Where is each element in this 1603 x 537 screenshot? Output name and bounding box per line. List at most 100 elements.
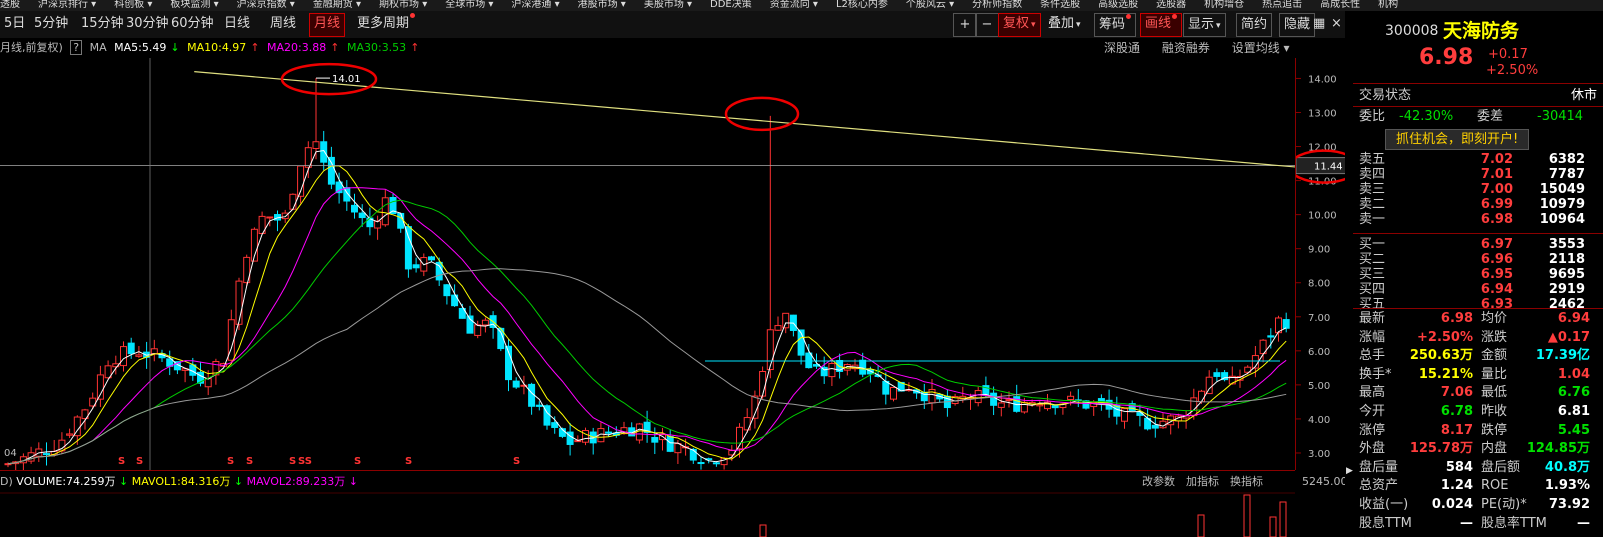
collapse-arrow-icon: ▶ [1346,466,1353,476]
link-switch-indicator[interactable]: 换指标 [1230,471,1263,493]
candle-body [997,402,1005,408]
level-label: 卖三 [1359,182,1386,197]
menu-item[interactable]: 热点追击 [1262,0,1302,10]
period-more[interactable]: 更多周期 [353,13,419,35]
candle-body [381,197,389,226]
stat-value: 15.21% [1418,366,1473,382]
chart-links: 深股通 融资融券 设置均线 ▾ [1104,38,1290,58]
stat-row: 今开 6.78 昨收 6.81 [1353,403,1603,421]
candle-body [551,422,559,428]
menu-item[interactable]: 个股风云 ▾ [906,0,954,10]
ma20-value: MA20:3.88 [267,41,327,54]
stat-row: 股息TTM — 股息率TTM — [1353,515,1603,533]
candle-body [512,380,520,388]
menu-item[interactable]: 板块监测 ▾ [170,0,218,10]
candle-body [135,354,143,357]
order-book-row: 买一 6.97 3553 [1353,237,1603,252]
menu-item[interactable]: 金融期货 ▾ [313,0,361,10]
fq-button[interactable]: 复权 ▾ [998,13,1041,37]
menu-item[interactable]: L2核心内参 [836,0,888,10]
order-book-row: 卖一 6.98 10964 [1353,212,1603,227]
s-marker: S [513,456,520,467]
menu-item[interactable]: 美股市场 ▾ [644,0,692,10]
trendline [194,71,1295,168]
level-volume: 15049 [1539,182,1585,197]
candle-body [412,264,420,269]
period-week[interactable]: 周线 [266,13,300,35]
stat-value: 0.024 [1431,497,1473,512]
menu-item[interactable]: 期权市场 ▾ [379,0,427,10]
wecha-value: -30414 [1537,109,1584,124]
menu-item[interactable]: DDE决策 [710,0,752,10]
candle-body [204,378,212,388]
menu-item[interactable]: 高成长性 [1320,0,1360,10]
zoom-in-button[interactable]: + [953,13,977,37]
display-label: 显示 [1188,17,1215,32]
ma30-value: MA30:3.53 [346,41,407,54]
menu-item[interactable]: 机构 [1378,0,1398,10]
menu-item[interactable]: 机构增仓 [1204,0,1244,10]
level-label: 卖四 [1359,167,1386,182]
period-day[interactable]: 日线 [220,13,254,35]
notify-dot-icon [410,13,416,18]
stat-value: 6.78 [1440,404,1473,419]
stat-value: 6.81 [1557,404,1590,419]
arrow-down-icon: ↓ [348,475,358,488]
menu-item[interactable]: 科创板 ▾ [114,0,152,10]
simple-button[interactable]: 简约 [1236,13,1273,37]
candle-body [281,212,289,220]
menu-item[interactable]: 条件选股 [1040,0,1080,10]
draw-line-button[interactable]: 画线 [1140,13,1183,37]
candle-body [1067,395,1075,401]
menu-item[interactable]: 透股 [0,0,20,10]
candle-body [1282,319,1290,329]
menu-item[interactable]: 沪深港通 ▾ [511,0,559,10]
menu-item[interactable]: 沪深京排行 ▾ [38,0,96,10]
period-5day[interactable]: 5日 [0,13,29,35]
close-icon[interactable]: × [1327,13,1346,35]
overlay-button[interactable]: 叠加 ▾ [1044,13,1085,35]
period-month[interactable]: 月线 [309,13,346,37]
display-button[interactable]: 显示 ▾ [1183,13,1226,37]
menu-item[interactable]: 资金流向 ▾ [770,0,818,10]
level-price: 6.95 [1480,267,1513,282]
stat-value: 124.85万 [1526,441,1590,457]
link-margin[interactable]: 融资融券 [1162,41,1210,55]
open-account-banner[interactable]: 抓住机会，即刻开户! [1385,129,1530,150]
stat-value: 40.8万 [1544,459,1590,475]
link-edit-params[interactable]: 改参数 [1142,471,1175,493]
stat-value: 584 [1445,459,1473,475]
period-30min[interactable]: 30分钟 [122,13,173,35]
zoom-out-button[interactable]: − [975,13,999,37]
candle-body [651,436,659,443]
price-axis: 14.0013.0012.0011.0010.009.008.007.006.0… [1295,58,1351,470]
link-sgt[interactable]: 深股通 [1104,41,1140,55]
help-icon[interactable]: ? [70,40,83,55]
stat-label: 盘后量 [1359,459,1399,475]
stat-label: 涨停 [1359,422,1386,438]
level-price: 6.96 [1480,252,1513,267]
menu-item[interactable]: 全球市场 ▾ [445,0,493,10]
stat-row: 收益(一) 0.024 PE(动)* 73.92 [1353,496,1603,514]
kline-chart[interactable]: 14.01S S S S S SS S S S04 [0,58,1295,470]
menu-item[interactable]: 选股器 [1156,0,1186,10]
chip-button[interactable]: 筹码 [1094,13,1137,37]
candle-body [235,280,243,325]
link-add-indicator[interactable]: 加指标 [1186,471,1219,493]
candle-body [666,436,674,452]
period-60min[interactable]: 60分钟 [167,13,218,35]
price-change-pct: +2.50% [1486,63,1539,78]
menu-item[interactable]: 分析师指数 [972,0,1022,10]
stat-label: 今开 [1359,404,1386,419]
menu-item[interactable]: 高级选股 [1098,0,1138,10]
stat-row: 涨幅 +2.50% 涨跌 ▲0.17 [1353,329,1603,347]
link-ma-settings[interactable]: 设置均线 ▾ [1232,41,1290,55]
stat-label: 涨跌 [1481,329,1508,345]
period-15min[interactable]: 15分钟 [77,13,128,35]
date-label: 04 [4,448,17,459]
candle-body [289,193,297,210]
menu-item[interactable]: 沪深京指数 ▾ [237,0,295,10]
period-5min[interactable]: 5分钟 [30,13,72,35]
menu-item[interactable]: 港股市场 ▾ [578,0,626,10]
axis-tick-label: 4.00 [1308,415,1330,426]
